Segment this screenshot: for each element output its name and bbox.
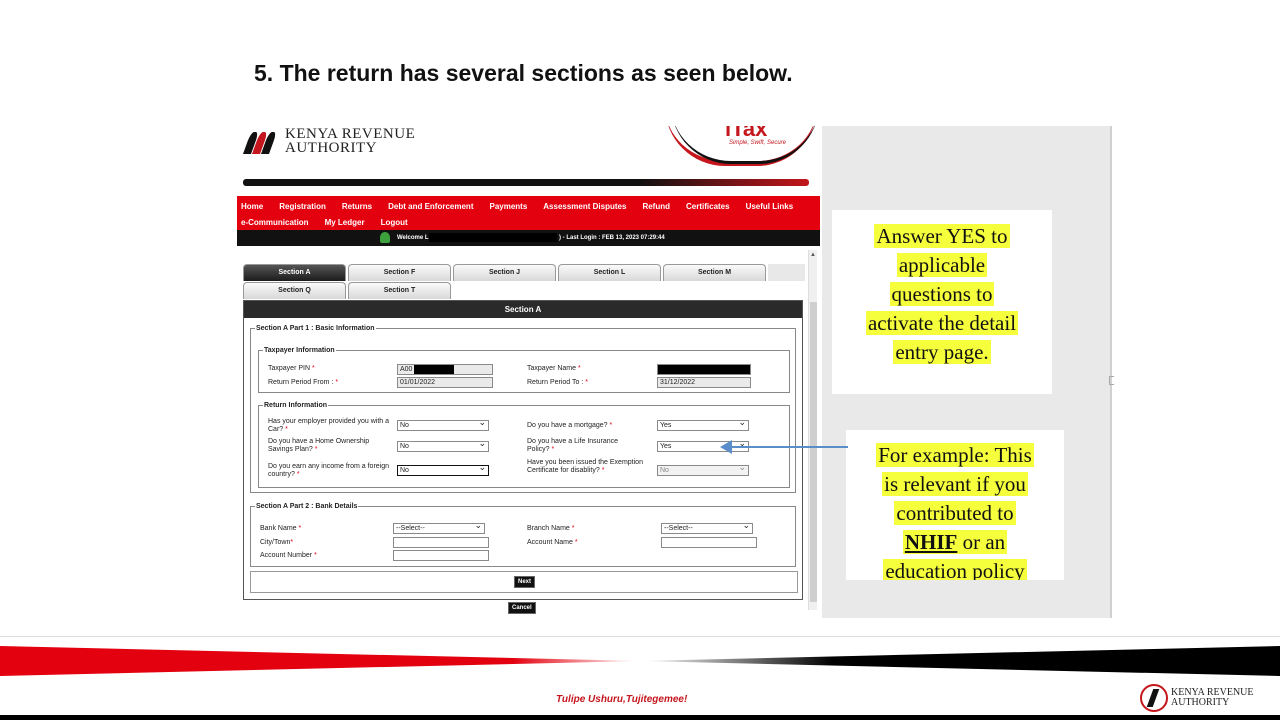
foreign-income-select[interactable]: No — [397, 463, 489, 476]
q-life-label: Do you have a Life Insurance Policy? — [527, 438, 619, 453]
callout1-line3: questions to — [889, 282, 995, 306]
nav-useful-links[interactable]: Useful Links — [746, 202, 794, 211]
branch-select[interactable]: --Select-- — [661, 521, 753, 534]
footer-kra-line2: AUTHORITY — [1171, 697, 1230, 708]
kra-logo: KENYA REVENUE AUTHORITY — [241, 126, 415, 156]
taxpayer-name-field — [657, 364, 751, 375]
user-icon — [380, 232, 390, 243]
period-to-field: 31/12/2022 — [657, 377, 751, 388]
callout2-line3: contributed to — [894, 501, 1016, 525]
slide-footer: Tulipe Ushuru,Tujitegemee! KENYA REVENUE… — [0, 636, 1280, 720]
pin-label: Taxpayer PIN — [268, 365, 311, 372]
last-login-text: ) - Last Login : FEB 13, 2023 07:29:44 — [559, 235, 665, 241]
nav-my-ledger[interactable]: My Ledger — [325, 218, 365, 227]
welcome-text: Welcome L — [397, 235, 429, 241]
cancel-button[interactable]: Cancel — [508, 602, 536, 614]
part1-legend: Section A Part 1 : Basic Information — [256, 325, 375, 332]
scrollbar-thumb[interactable] — [810, 302, 817, 602]
city-input[interactable] — [393, 537, 489, 548]
return-info-legend: Return Information — [264, 402, 327, 409]
itax-slogan: Simple, Swift, Secure — [729, 140, 787, 146]
q-hosp-label: Do you have a Home Ownership Savings Pla… — [268, 438, 370, 453]
callout-example: For example: This is relevant if you con… — [846, 430, 1064, 580]
callout-answer-yes: Answer YES to applicable questions to ac… — [832, 210, 1052, 394]
nav-returns[interactable]: Returns — [342, 202, 372, 211]
callout1-line1: Answer YES to — [874, 224, 1010, 248]
next-button[interactable]: Next — [514, 576, 536, 588]
taxpayer-legend: Taxpayer Information — [264, 347, 335, 354]
nav-e-communication[interactable]: e-Communication — [241, 218, 309, 227]
hosp-select[interactable]: No — [397, 439, 489, 452]
branch-label: Branch Name — [527, 525, 570, 532]
footer-black-swoosh — [640, 646, 1280, 676]
callout2-line1: For example: This — [876, 443, 1034, 467]
nav-assessment-disputes[interactable]: Assessment Disputes — [543, 202, 626, 211]
bank-select[interactable]: --Select-- — [393, 521, 485, 534]
part2-fieldset: Section A Part 2 : Bank Details — [250, 503, 796, 567]
welcome-bar: Welcome L ) - Last Login : FEB 13, 2023 … — [237, 230, 820, 246]
callout1-line5: entry page. — [893, 340, 991, 364]
account-name-label: Account Name — [527, 539, 573, 546]
account-number-label: Account Number — [260, 552, 313, 559]
tab-section-l[interactable]: Section L — [558, 264, 661, 281]
tab-section-a[interactable]: Section A — [243, 264, 346, 281]
panel-edge-marker — [1109, 376, 1114, 385]
button-bar: Next — [250, 571, 798, 593]
kra-logo-line2: AUTHORITY — [285, 140, 377, 156]
footer-tagline: Tulipe Ushuru,Tujitegemee! — [556, 694, 688, 705]
slide-title: 5. The return has several sections as se… — [254, 60, 793, 86]
nav-payments[interactable]: Payments — [489, 202, 527, 211]
tab-section-t[interactable]: Section T — [348, 282, 451, 299]
name-label: Taxpayer Name — [527, 365, 577, 372]
period-from-field: 01/01/2022 — [397, 377, 493, 388]
section-tabs: Section A Section F Section J Section L … — [243, 264, 805, 300]
section-a-form: Section A Section A Part 1 : Basic Infor… — [243, 300, 803, 600]
bank-label: Bank Name — [260, 525, 297, 532]
callout1-line2: applicable — [896, 253, 988, 277]
kra-emblem-icon — [1140, 684, 1168, 712]
callout2-line5: education policy — [883, 559, 1027, 580]
account-name-input[interactable] — [661, 537, 757, 548]
main-nav: Home Registration Returns Debt and Enfor… — [237, 196, 820, 230]
mortgage-select[interactable]: Yes — [657, 418, 749, 431]
kra-logo-line1: KENYA REVENUE — [285, 126, 416, 142]
tab-section-q[interactable]: Section Q — [243, 282, 346, 299]
nav-debt-enforcement[interactable]: Debt and Enforcement — [388, 202, 473, 211]
tab-section-m[interactable]: Section M — [663, 264, 766, 281]
scroll-up-icon[interactable]: ▲ — [810, 252, 816, 258]
page-scrollbar[interactable]: ▲ — [808, 250, 817, 610]
period-to-label: Return Period To : — [527, 379, 584, 386]
nav-home[interactable]: Home — [241, 202, 263, 211]
q-foreign-label: Do you earn any income from a foreign co… — [268, 463, 390, 478]
itax-logo: iTax Simple, Swift, Secure — [665, 126, 822, 168]
footer-red-swoosh — [0, 646, 640, 676]
q-mortgage-label: Do you have a mortgage? — [527, 422, 608, 429]
pointer-arrow — [726, 446, 848, 448]
account-number-input[interactable] — [393, 550, 489, 561]
nav-registration[interactable]: Registration — [279, 202, 326, 211]
arrow-head-icon — [720, 440, 732, 454]
period-from-label: Return Period From : — [268, 379, 334, 386]
tab-section-j[interactable]: Section J — [453, 264, 556, 281]
nav-logout[interactable]: Logout — [381, 218, 408, 227]
callout2-line4: or an — [957, 530, 1006, 554]
header-divider — [243, 179, 809, 186]
q-disability-label: Have you been issued the Exemption Certi… — [527, 459, 643, 474]
car-select[interactable]: No — [397, 418, 489, 431]
footer-kra-logo: KENYA REVENUE AUTHORITY — [1140, 684, 1254, 712]
kra-logo-icon — [241, 126, 281, 156]
nav-certificates[interactable]: Certificates — [686, 202, 730, 211]
redacted-pin — [414, 365, 454, 374]
callout2-line2: is relevant if you — [882, 472, 1028, 496]
nav-refund[interactable]: Refund — [642, 202, 670, 211]
redacted-username — [429, 233, 557, 242]
disability-select[interactable]: No — [657, 463, 749, 476]
callout1-line4: activate the detail — [865, 311, 1019, 335]
section-heading: Section A — [244, 301, 802, 318]
part2-legend: Section A Part 2 : Bank Details — [256, 503, 358, 510]
tab-section-f[interactable]: Section F — [348, 264, 451, 281]
itax-screenshot: KENYA REVENUE AUTHORITY iTax Simple, Swi… — [235, 126, 822, 618]
callout2-nhif: NHIF — [904, 530, 958, 554]
city-label: City/Town — [260, 539, 291, 546]
